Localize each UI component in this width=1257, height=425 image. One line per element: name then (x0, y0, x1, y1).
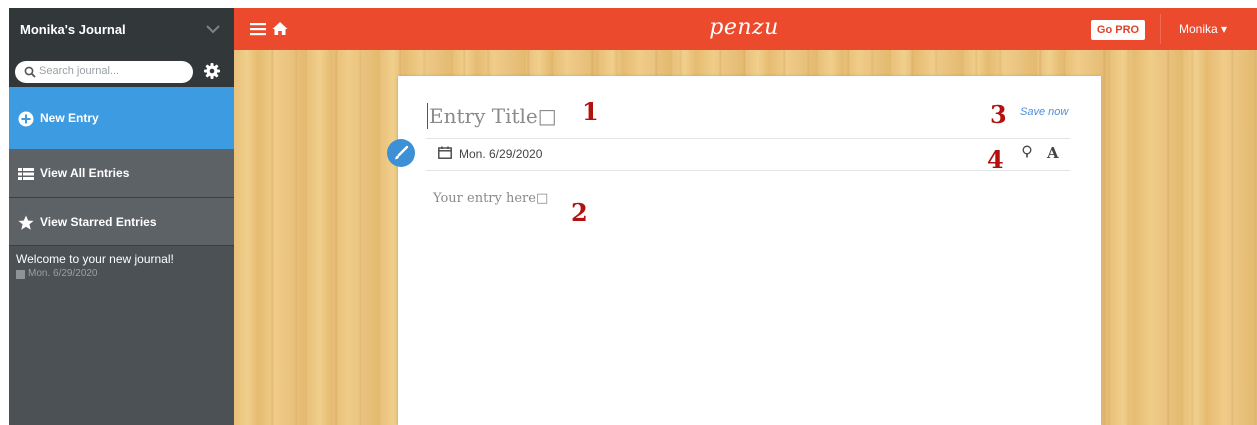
search-placeholder: Search journal... (39, 65, 120, 77)
top-bar: penzu Go PRO Monika ▾ (234, 8, 1257, 50)
divider (426, 170, 1070, 171)
annotation-number: 1 (582, 97, 599, 126)
home-icon[interactable] (272, 21, 288, 36)
entry-date: Mon. 6/29/2020 (28, 268, 98, 279)
text-cursor (427, 103, 428, 129)
view-starred-entries-label: View Starred Entries (40, 215, 157, 229)
entry-title-input[interactable]: Entry Title□ (429, 104, 557, 128)
chevron-down-icon[interactable] (204, 22, 222, 36)
annotation-number: 2 (571, 198, 588, 227)
annotation-number: 3 (990, 100, 1007, 129)
view-starred-entries-button[interactable]: View Starred Entries (9, 198, 234, 246)
divider (1160, 14, 1161, 44)
hamburger-menu-icon[interactable] (250, 22, 266, 36)
star-icon (18, 215, 34, 230)
entry-date-field[interactable]: Mon. 6/29/2020 (459, 147, 542, 161)
lightbulb-icon[interactable] (1022, 145, 1032, 159)
list-icon (18, 168, 34, 180)
list-item[interactable]: Welcome to your new journal! Mon. 6/29/2… (9, 246, 234, 286)
gear-icon[interactable] (203, 62, 221, 80)
view-all-entries-label: View All Entries (40, 166, 130, 180)
entry-body-input[interactable]: Your entry here□ (433, 191, 548, 206)
view-all-entries-button[interactable]: View All Entries (9, 149, 234, 198)
search-icon (24, 66, 36, 78)
journal-name: Monika's Journal (20, 22, 126, 37)
new-entry-label: New Entry (40, 111, 99, 125)
divider (426, 138, 1070, 139)
entry-title: Welcome to your new journal! (16, 252, 174, 266)
user-menu[interactable]: Monika ▾ (1179, 22, 1227, 36)
save-now-link[interactable]: Save now (1020, 106, 1068, 118)
penzu-logo[interactable]: penzu (704, 15, 784, 40)
window-frame (0, 0, 9, 425)
font-icon[interactable]: A (1047, 144, 1059, 162)
plus-circle-icon (18, 111, 34, 127)
sidebar: Monika's Journal Search journal... New E… (9, 8, 234, 425)
calendar-icon[interactable] (438, 146, 452, 159)
theme-brush-button[interactable] (387, 139, 415, 167)
calendar-icon (16, 270, 25, 279)
go-pro-button[interactable]: Go PRO (1091, 20, 1145, 40)
paintbrush-icon (395, 145, 409, 160)
new-entry-button[interactable]: New Entry (9, 87, 234, 149)
search-input[interactable]: Search journal... (15, 61, 193, 83)
journal-header[interactable]: Monika's Journal (9, 8, 234, 51)
annotation-number: 4 (987, 145, 1004, 174)
